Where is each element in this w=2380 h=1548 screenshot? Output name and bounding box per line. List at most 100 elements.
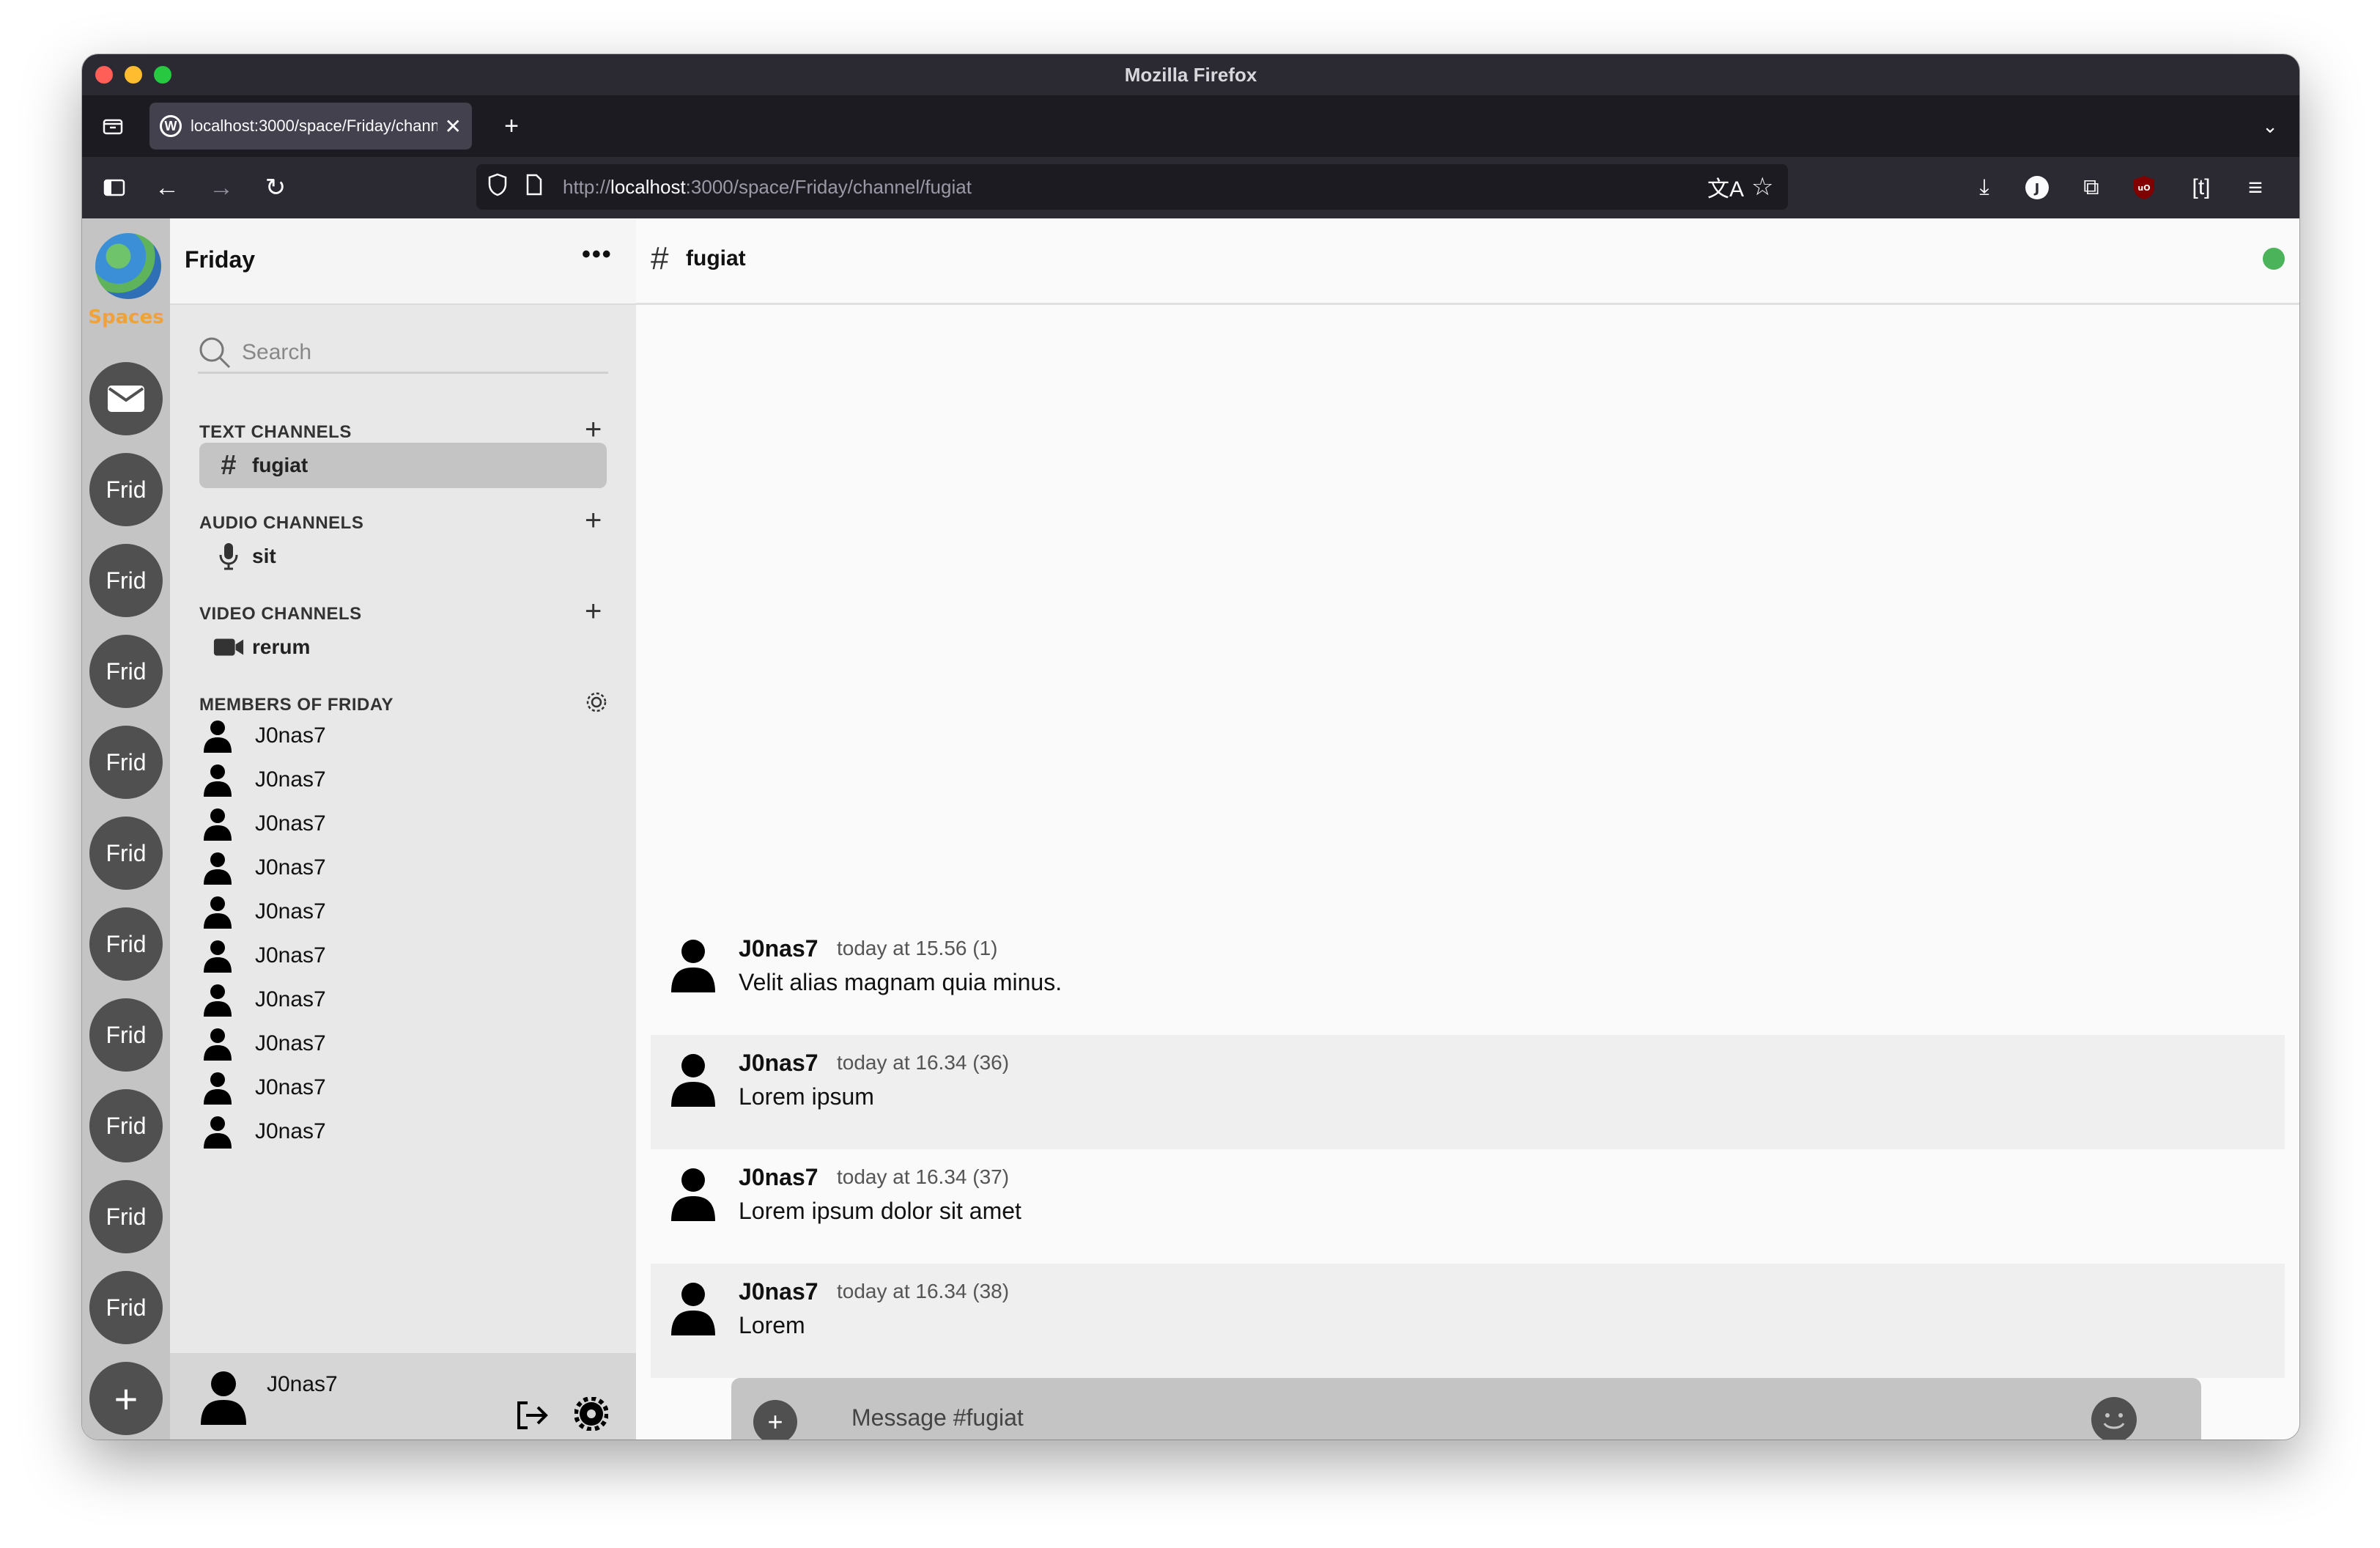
- add-space-button[interactable]: +: [89, 1362, 163, 1435]
- user-icon: [204, 896, 232, 929]
- ublock-icon[interactable]: uO: [2125, 169, 2163, 207]
- forward-icon[interactable]: →: [202, 169, 240, 207]
- menu-icon[interactable]: ≡: [2236, 169, 2274, 207]
- list-tabs-icon[interactable]: ⌄: [2251, 107, 2289, 145]
- channel-sidebar: Friday ••• Search TEXT CHANNELS + # fugi…: [170, 218, 636, 1440]
- video-channels-title: VIDEO CHANNELS: [199, 604, 362, 624]
- message-author[interactable]: J0nas7: [739, 1050, 818, 1077]
- url-bar[interactable]: http://localhost:3000/space/Friday/chann…: [476, 164, 1788, 210]
- member-item[interactable]: J0nas7: [202, 1113, 326, 1151]
- zoom-window-button[interactable]: [154, 66, 171, 84]
- space-menu-icon[interactable]: •••: [582, 240, 613, 269]
- close-window-button[interactable]: [95, 66, 113, 84]
- message-item: J0nas7 today at 16.34 (38) Lorem: [651, 1264, 2285, 1378]
- minimize-window-button[interactable]: [125, 66, 142, 84]
- chat-header: # fugiat: [636, 218, 2299, 305]
- members-settings-icon[interactable]: [585, 690, 608, 718]
- user-avatar-icon[interactable]: [670, 1053, 717, 1108]
- member-name: J0nas7: [255, 855, 326, 880]
- channel-label: fugiat: [252, 454, 308, 476]
- space-button[interactable]: Frid: [89, 1180, 163, 1253]
- message-author[interactable]: J0nas7: [739, 1278, 818, 1305]
- close-tab-icon[interactable]: ✕: [445, 114, 462, 139]
- emoji-icon[interactable]: [2091, 1397, 2137, 1440]
- message-composer: + Message #fugiat: [731, 1378, 2201, 1440]
- message-author[interactable]: J0nas7: [739, 1164, 818, 1191]
- channel-label: rerum: [252, 635, 311, 658]
- title-bar: Mozilla Firefox: [82, 54, 2299, 95]
- channel-item-rerum[interactable]: rerum: [199, 624, 607, 670]
- member-item[interactable]: J0nas7: [202, 761, 326, 799]
- space-button[interactable]: Frid: [89, 635, 163, 708]
- add-video-channel-icon[interactable]: +: [585, 597, 602, 626]
- user-avatar-icon[interactable]: [670, 938, 717, 994]
- logout-icon[interactable]: [514, 1398, 550, 1432]
- member-item[interactable]: J0nas7: [202, 717, 326, 755]
- space-button[interactable]: Frid: [89, 726, 163, 799]
- back-icon[interactable]: ←: [148, 169, 186, 207]
- member-item[interactable]: J0nas7: [202, 805, 326, 843]
- space-button[interactable]: Frid: [89, 817, 163, 890]
- direct-messages-button[interactable]: [89, 362, 163, 435]
- message-item: J0nas7 today at 15.56 (1) Velit alias ma…: [651, 921, 2285, 1035]
- user-icon: [204, 1028, 232, 1061]
- member-item[interactable]: J0nas7: [202, 893, 326, 931]
- current-user-panel: J0nas7: [170, 1353, 636, 1440]
- browser-tab[interactable]: W localhost:3000/space/Friday/channel/fu…: [149, 103, 472, 150]
- user-avatar-icon[interactable]: [198, 1369, 249, 1425]
- sidebar-toggle-icon[interactable]: [95, 169, 133, 207]
- space-button[interactable]: Frid: [89, 1271, 163, 1344]
- hash-icon: #: [221, 449, 237, 481]
- window-title: Mozilla Firefox: [1124, 63, 1257, 86]
- member-item[interactable]: J0nas7: [202, 1025, 326, 1063]
- user-icon: [204, 808, 232, 841]
- add-audio-channel-icon[interactable]: +: [585, 506, 602, 535]
- svg-text:J: J: [2033, 181, 2040, 196]
- message-timestamp: today at 16.34 (36): [837, 1051, 1010, 1074]
- bracket-extension-icon[interactable]: [t]: [2182, 169, 2220, 207]
- member-item[interactable]: J0nas7: [202, 1069, 326, 1107]
- message-input[interactable]: Message #fugiat: [851, 1404, 1024, 1431]
- member-name: J0nas7: [255, 899, 326, 924]
- channel-item-sit[interactable]: sit: [199, 534, 607, 579]
- download-icon[interactable]: ⤓: [1965, 169, 2003, 207]
- new-tab-icon[interactable]: +: [492, 107, 531, 145]
- user-avatar-icon[interactable]: [670, 1281, 717, 1337]
- tab-overview-icon[interactable]: [94, 107, 132, 145]
- bookmark-star-icon[interactable]: ☆: [1751, 172, 1773, 202]
- spaces-label: Spaces: [88, 306, 164, 328]
- member-name: J0nas7: [255, 723, 326, 748]
- message-timestamp: today at 16.34 (38): [837, 1280, 1010, 1302]
- add-text-channel-icon[interactable]: +: [585, 415, 602, 444]
- user-icon: [204, 940, 232, 973]
- account-icon[interactable]: J: [2018, 169, 2056, 207]
- globe-icon[interactable]: [95, 233, 161, 299]
- space-button[interactable]: Frid: [89, 1089, 163, 1162]
- reload-icon[interactable]: ↻: [256, 169, 295, 207]
- attach-button[interactable]: +: [753, 1400, 797, 1440]
- member-item[interactable]: J0nas7: [202, 849, 326, 887]
- url-text[interactable]: http://localhost:3000/space/Friday/chann…: [563, 176, 972, 199]
- space-button[interactable]: Frid: [89, 453, 163, 526]
- member-item[interactable]: J0nas7: [202, 937, 326, 975]
- user-avatar-icon[interactable]: [670, 1167, 717, 1223]
- channel-item-fugiat[interactable]: # fugiat: [199, 443, 607, 488]
- tab-title: localhost:3000/space/Friday/channel/fugi…: [191, 117, 437, 135]
- user-icon: [204, 720, 232, 753]
- space-button[interactable]: Frid: [89, 544, 163, 617]
- message-author[interactable]: J0nas7: [739, 935, 818, 962]
- space-button[interactable]: Frid: [89, 907, 163, 981]
- translate-icon[interactable]: 文A: [1707, 171, 1744, 203]
- text-channels-title: TEXT CHANNELS: [199, 422, 352, 442]
- settings-gear-icon[interactable]: [574, 1397, 608, 1431]
- shield-icon[interactable]: [487, 172, 509, 202]
- member-name: J0nas7: [255, 1075, 326, 1099]
- member-name: J0nas7: [255, 811, 326, 836]
- message-item: J0nas7 today at 16.34 (37) Lorem ipsum d…: [651, 1149, 2285, 1264]
- space-button[interactable]: Frid: [89, 998, 163, 1072]
- extensions-icon[interactable]: ⧉: [2072, 169, 2110, 207]
- search-field[interactable]: Search: [198, 333, 608, 374]
- member-name: J0nas7: [255, 1119, 326, 1143]
- member-item[interactable]: J0nas7: [202, 981, 326, 1019]
- message-text: Lorem ipsum dolor sit amet: [739, 1198, 1021, 1224]
